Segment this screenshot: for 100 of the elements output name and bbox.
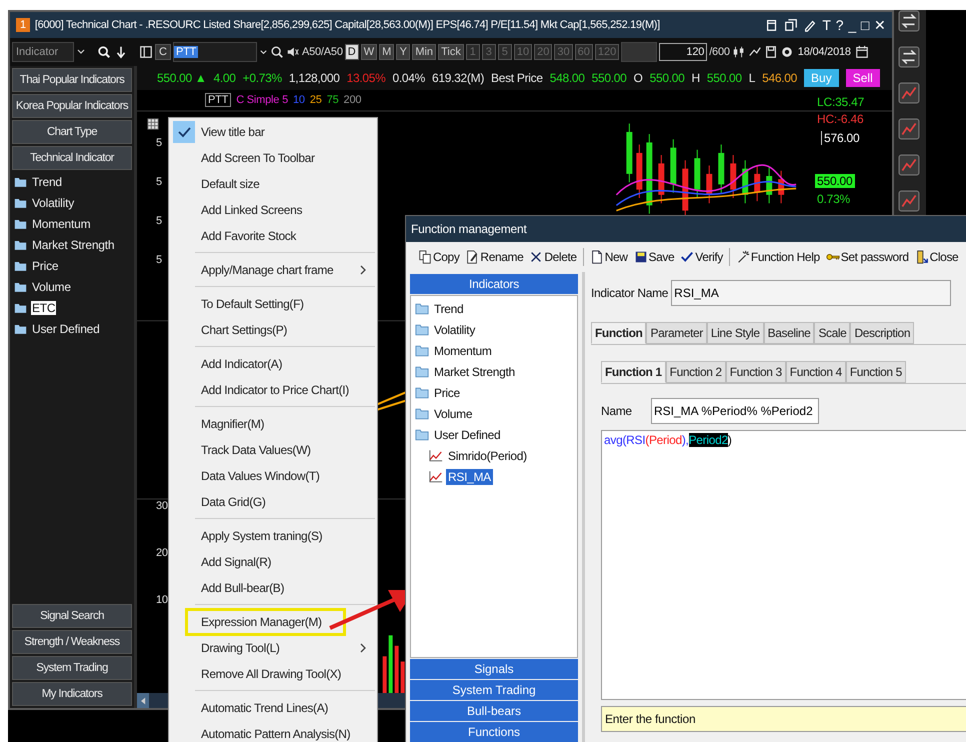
tab[interactable]: Parameter (646, 322, 707, 344)
category-button[interactable]: System Trading (12, 656, 132, 680)
tree-item[interactable]: Simrido(Period) (446, 448, 529, 464)
toolbar-button[interactable]: Copy (433, 250, 460, 264)
menu-item[interactable]: Track Data Values(W) (199, 440, 313, 460)
toolbar-button[interactable]: Close (930, 250, 958, 264)
folder-item[interactable]: Price (31, 258, 60, 272)
tab[interactable]: Function 2 (666, 361, 726, 383)
trade-button[interactable]: Sell (846, 69, 880, 87)
menu-item[interactable]: Add Screen To Toolbar (199, 148, 317, 168)
folder-item[interactable]: ETC (31, 300, 56, 314)
category-button[interactable]: System Trading (410, 680, 578, 700)
delete-icon[interactable] (529, 250, 544, 264)
copy-icon[interactable] (418, 250, 432, 264)
copy-icon[interactable] (784, 18, 798, 32)
window-control[interactable]: T (822, 17, 831, 33)
menu-item[interactable]: Chart Settings(P) (199, 320, 290, 340)
tree-item[interactable]: Volume (432, 406, 474, 422)
menu-item[interactable]: Add Bull-bear(B) (199, 578, 286, 598)
menu-item[interactable]: Data Grid(G) (199, 492, 268, 512)
tab[interactable]: Description (850, 322, 914, 344)
candle-icon[interactable] (732, 45, 746, 59)
period-button[interactable]: Y (396, 44, 410, 60)
scale-icon[interactable] (748, 45, 762, 59)
layout-icon[interactable] (139, 45, 153, 59)
code-editor[interactable]: avg(RSI(Period),Period2) (601, 430, 966, 700)
chart-icon[interactable] (898, 190, 920, 212)
tree-item[interactable]: RSI_MA (446, 468, 493, 484)
period-button[interactable]: M (379, 44, 394, 60)
menu-item[interactable]: Add Signal(R) (199, 552, 274, 572)
menu-item[interactable]: Data Values Window(T) (199, 466, 322, 486)
menu-item[interactable]: Apply/Manage chart frame (199, 260, 336, 280)
swap-icon[interactable] (898, 10, 920, 32)
speaker-icon[interactable] (286, 45, 300, 59)
tree-item[interactable]: Momentum (432, 342, 494, 358)
folder-item[interactable]: Trend (31, 174, 63, 188)
indicator-field[interactable]: Indicator (12, 42, 74, 62)
period-button[interactable]: Min (412, 44, 436, 60)
menu-item[interactable]: Apply System traning(S) (199, 526, 324, 546)
toolbar-button[interactable]: Save (648, 250, 674, 264)
save-icon[interactable] (764, 45, 778, 59)
scroll-left-button[interactable] (137, 693, 149, 708)
document-icon[interactable] (590, 250, 604, 264)
chart-button[interactable]: C (155, 44, 171, 60)
tab[interactable]: Baseline (764, 322, 814, 344)
category-button[interactable]: Technical Indicator (12, 146, 132, 170)
tree-item[interactable]: Price (432, 384, 462, 400)
tab[interactable]: Function 3 (726, 361, 786, 383)
indicator-name-field[interactable]: RSI_MA (671, 280, 952, 306)
toolbar-button[interactable]: Rename (480, 250, 524, 264)
folder-item[interactable]: Momentum (31, 216, 92, 230)
save-icon[interactable] (634, 250, 648, 264)
count-field[interactable]: 120 (659, 43, 708, 61)
document-edit-icon[interactable] (465, 250, 480, 264)
window-control[interactable]: ? (836, 17, 844, 33)
search-icon[interactable] (97, 45, 111, 59)
toolbar-button[interactable]: Verify (695, 250, 723, 264)
toolbar-button[interactable]: Delete (544, 250, 577, 264)
category-button[interactable]: Chart Type (12, 120, 132, 144)
category-button[interactable]: Korea Popular Indicators (12, 94, 132, 118)
menu-item[interactable]: Add Favorite Stock (199, 226, 298, 246)
toolbar-button[interactable]: Set password (840, 250, 909, 264)
chart-icon[interactable] (898, 154, 920, 176)
arrows-icon[interactable] (898, 46, 920, 68)
menu-item[interactable]: To Default Setting(F) (199, 294, 306, 314)
symbol-field[interactable]: PTT (172, 42, 257, 62)
tab[interactable]: Function 5 (846, 361, 906, 383)
tab[interactable]: Function 4 (786, 361, 846, 383)
chart-icon[interactable] (898, 118, 920, 140)
menu-item[interactable]: Automatic Trend Lines(A) (199, 698, 330, 718)
folder-item[interactable]: Market Strength (31, 238, 116, 252)
category-button[interactable]: My Indicators (12, 682, 132, 706)
grid-icon[interactable] (147, 118, 159, 130)
menu-item[interactable]: Default size (199, 174, 262, 194)
door-icon[interactable] (914, 250, 929, 264)
folder-item[interactable]: User Defined (31, 322, 101, 336)
menu-item[interactable]: View title bar (199, 122, 267, 142)
menu-item[interactable]: Add Indicator(A) (199, 354, 284, 374)
period-button[interactable]: Tick (438, 44, 464, 60)
toolbar-button[interactable]: Function Help (750, 250, 820, 264)
window-control[interactable]: ✕ (874, 17, 886, 33)
toolbar-button[interactable]: New (604, 250, 628, 264)
tab[interactable]: Line Style (706, 322, 764, 344)
folder-item[interactable]: Volatility (31, 196, 76, 210)
tree-item[interactable]: User Defined (432, 426, 502, 442)
window-control[interactable]: _ (848, 17, 856, 33)
tree-item[interactable]: Trend (432, 300, 466, 316)
tree-item[interactable]: Volatility (432, 322, 478, 338)
name-field[interactable]: RSI_MA %Period% %Period2 (651, 398, 819, 424)
tab[interactable]: Scale (814, 322, 850, 344)
chart-icon[interactable] (898, 82, 920, 104)
down-arrow-icon[interactable] (114, 45, 128, 59)
menu-item[interactable]: Add Linked Screens (199, 200, 304, 220)
menu-item[interactable]: Remove All Drawing Tool(X) (199, 664, 344, 684)
calendar-icon[interactable] (854, 45, 869, 59)
menu-item[interactable]: Automatic Pattern Analysis(N) (199, 724, 352, 742)
menu-item[interactable]: Drawing Tool(L) (199, 638, 282, 658)
date-field[interactable]: 18/04/2018 (798, 46, 851, 58)
category-button[interactable]: Thai Popular Indicators (12, 68, 132, 92)
search-icon[interactable] (270, 45, 284, 59)
